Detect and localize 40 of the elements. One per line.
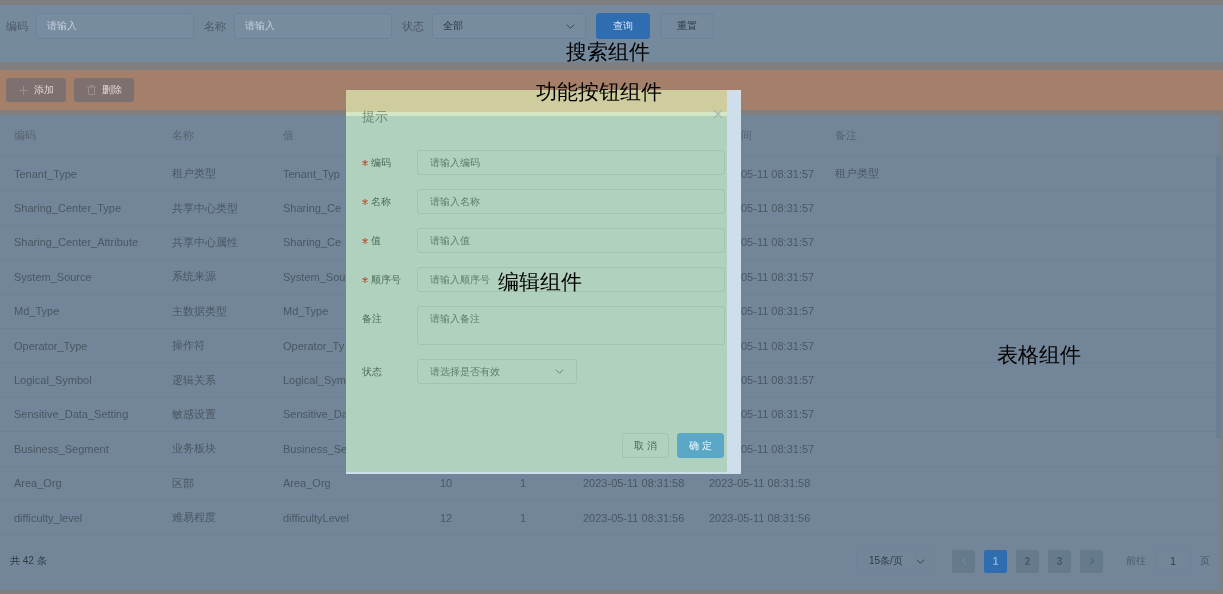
- search-input[interactable]: 请输入: [234, 13, 392, 39]
- scrollbar[interactable]: [1216, 155, 1221, 439]
- form-label: 顺序号: [371, 273, 401, 287]
- reset-button[interactable]: 重置: [660, 13, 714, 39]
- annotation-label: 搜索组件: [566, 39, 650, 66]
- input-field[interactable]: 请输入编码: [417, 150, 725, 175]
- required-icon: [362, 159, 368, 166]
- next-page-button[interactable]: [1080, 549, 1103, 573]
- annotation-label: 表格组件: [997, 342, 1081, 369]
- query-button[interactable]: 查询: [596, 13, 650, 39]
- status-select[interactable]: 全部: [432, 13, 586, 39]
- required-icon: [362, 198, 368, 205]
- chevron-down-icon: [916, 556, 925, 566]
- form-label: 值: [371, 234, 381, 248]
- page-button[interactable]: 1: [984, 549, 1007, 573]
- required-icon: [362, 237, 368, 244]
- confirm-button[interactable]: 确 定: [677, 433, 724, 458]
- plus-icon: [18, 85, 28, 95]
- chevron-down-icon: [555, 367, 564, 376]
- trash-icon: [86, 85, 96, 95]
- input-field[interactable]: 请输入名称: [417, 189, 725, 214]
- status-select[interactable]: 请选择是否有效: [417, 359, 577, 384]
- form-label: 编码: [371, 156, 391, 170]
- add-button[interactable]: 添加: [6, 78, 66, 102]
- page-jump-input[interactable]: 1: [1155, 549, 1191, 573]
- annotation-label: 功能按钮组件: [536, 79, 662, 106]
- total-count: 共 42 条: [10, 554, 47, 568]
- required-icon: [362, 276, 368, 283]
- page-size-select[interactable]: 15条/页: [856, 549, 934, 573]
- form-label: 备注: [362, 312, 382, 326]
- input-field[interactable]: 请输入值: [417, 228, 725, 253]
- chevron-down-icon: [566, 21, 575, 31]
- search-input[interactable]: 请输入: [36, 13, 194, 39]
- close-icon[interactable]: [711, 107, 725, 121]
- remark-textarea[interactable]: 请输入备注: [417, 306, 725, 345]
- cancel-button[interactable]: 取 消: [622, 433, 669, 458]
- delete-button[interactable]: 删除: [74, 78, 134, 102]
- form-label: 名称: [371, 195, 391, 209]
- form-label: 状态: [362, 365, 382, 379]
- dialog-title: 提示: [362, 108, 388, 126]
